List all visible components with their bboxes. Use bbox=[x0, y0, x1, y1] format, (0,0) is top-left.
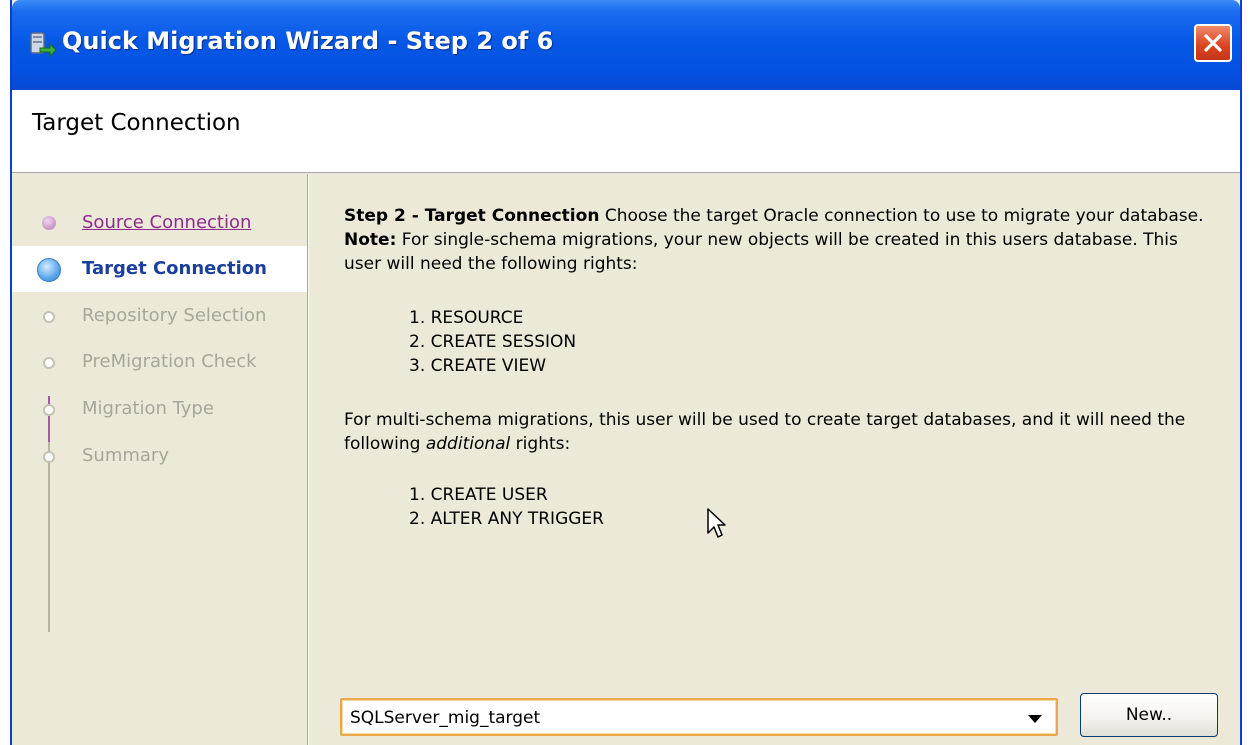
mouse-pointer-icon bbox=[707, 508, 726, 538]
rights-list: 1. RESOURCE 2. CREATE SESSION 3. CREATE … bbox=[409, 306, 576, 378]
step-label: Summary bbox=[82, 445, 169, 466]
step-item-migration-type: Migration Type bbox=[12, 386, 307, 432]
page-title: Target Connection bbox=[32, 110, 241, 136]
step-item-source-connection[interactable]: Source Connection bbox=[12, 200, 307, 246]
step-content: Step 2 - Target Connection Choose the ta… bbox=[322, 174, 1240, 745]
step-current-icon bbox=[37, 258, 61, 282]
new-connection-label: New.. bbox=[1125, 705, 1173, 725]
close-button[interactable] bbox=[1194, 24, 1232, 62]
step-item-target-connection[interactable]: Target Connection bbox=[12, 246, 307, 292]
step-done-icon bbox=[42, 216, 56, 230]
step-item-premigration-check: PreMigration Check bbox=[12, 339, 307, 385]
multi-schema-text-end: rights: bbox=[510, 434, 571, 454]
step-label: Target Connection bbox=[82, 258, 267, 279]
step-pending-icon bbox=[43, 357, 55, 369]
list-item: 1. RESOURCE bbox=[409, 308, 524, 328]
step-label: Repository Selection bbox=[82, 305, 267, 326]
step-navigation: Source Connection Target Connection Repo… bbox=[12, 174, 309, 745]
step-pending-icon bbox=[43, 311, 55, 323]
page-header: Target Connection bbox=[12, 90, 1240, 173]
step-label[interactable]: Source Connection bbox=[82, 212, 251, 233]
close-icon bbox=[1204, 34, 1222, 52]
intro-paragraph: Step 2 - Target Connection Choose the ta… bbox=[344, 204, 1214, 276]
step-item-summary: Summary bbox=[12, 433, 307, 479]
list-item: 2. ALTER ANY TRIGGER bbox=[409, 509, 604, 529]
list-item: 2. CREATE SESSION bbox=[409, 332, 577, 352]
connection-select[interactable]: SQLServer_mig_target bbox=[340, 698, 1058, 736]
connection-select-value: SQLServer_mig_target bbox=[350, 708, 541, 728]
intro-text: Choose the target Oracle connection to u… bbox=[599, 206, 1204, 226]
intro-note-text: For single-schema migrations, your new o… bbox=[344, 230, 1178, 274]
multi-schema-paragraph: For multi-schema migrations, this user w… bbox=[344, 408, 1214, 456]
step-pending-icon bbox=[43, 451, 55, 463]
step-label: Migration Type bbox=[82, 398, 214, 419]
list-item: 1. CREATE USER bbox=[409, 485, 548, 505]
step-pending-icon bbox=[43, 404, 55, 416]
emphasis-text: additional bbox=[425, 434, 511, 454]
title-bar[interactable]: Quick Migration Wizard - Step 2 of 6 bbox=[12, 0, 1240, 90]
step-item-repository-selection: Repository Selection bbox=[12, 293, 307, 339]
intro-heading: Step 2 - Target Connection bbox=[344, 206, 600, 226]
additional-rights-list: 1. CREATE USER 2. ALTER ANY TRIGGER bbox=[409, 483, 604, 531]
list-item: 3. CREATE VIEW bbox=[409, 356, 547, 376]
database-migrate-icon bbox=[30, 32, 57, 58]
chevron-down-icon[interactable] bbox=[1028, 715, 1042, 724]
step-label: PreMigration Check bbox=[82, 351, 257, 372]
new-connection-button[interactable]: New.. bbox=[1080, 693, 1218, 737]
note-label: Note: bbox=[344, 230, 397, 250]
window-title: Quick Migration Wizard - Step 2 of 6 bbox=[62, 27, 554, 55]
wizard-window: Quick Migration Wizard - Step 2 of 6 Tar… bbox=[10, 0, 1242, 745]
panel-divider bbox=[307, 174, 309, 745]
